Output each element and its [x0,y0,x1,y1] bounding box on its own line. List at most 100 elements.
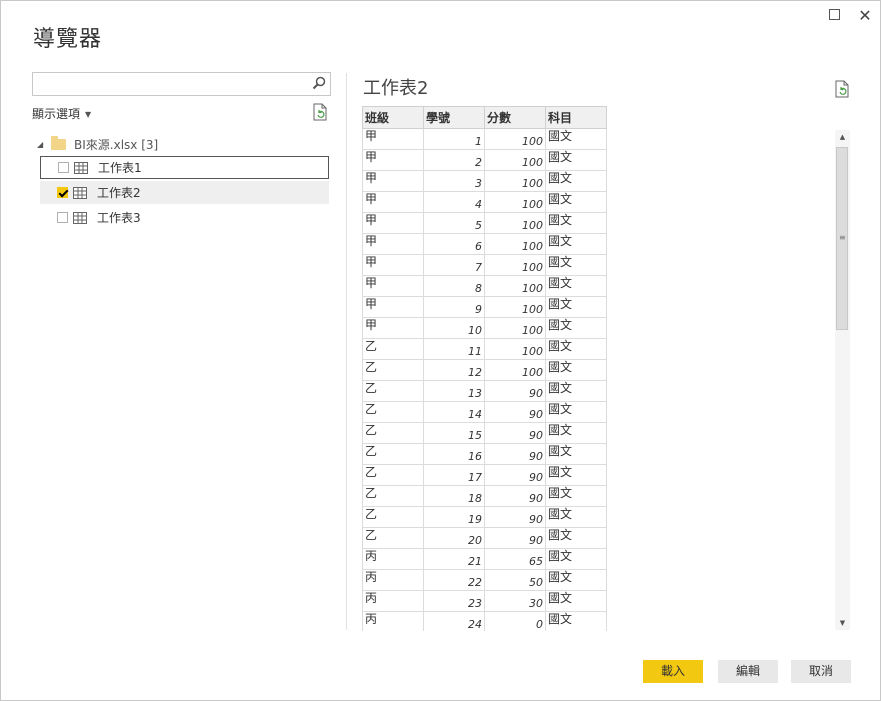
table-cell: 100 [484,275,546,297]
table-cell: 國文 [545,149,607,171]
expand-triangle-icon[interactable]: ◢ [37,140,47,149]
vertical-scrollbar[interactable]: ▲ ≡ ▼ [835,130,850,630]
table-cell: 90 [484,464,546,486]
scrollbar-thumb[interactable]: ≡ [836,147,848,330]
tree-item-sheet3[interactable]: 工作表3 [40,206,329,229]
table-cell: 乙 [362,338,424,360]
table-cell: 乙 [362,359,424,381]
table-cell: 90 [484,422,546,444]
refresh-icon[interactable] [312,103,328,121]
table-cell: 甲 [362,212,424,234]
table-cell: 丙 [362,611,424,631]
table-cell: 國文 [545,527,607,549]
scroll-up-icon[interactable]: ▲ [835,130,850,144]
table-cell: 12 [423,359,485,381]
sheet3-checkbox[interactable] [57,212,68,223]
table-cell: 國文 [545,191,607,213]
table-row: 甲 10 100 國文 [362,317,607,339]
table-cell: 乙 [362,527,424,549]
grip-icon: ≡ [839,233,846,242]
column-header: 班級 [362,106,424,129]
table-cell: 丙 [362,590,424,612]
sheet2-checkbox[interactable] [57,187,68,198]
table-row: 乙 12 100 國文 [362,359,607,381]
close-icon[interactable]: ✕ [857,8,873,24]
table-cell: 13 [423,380,485,402]
edit-button[interactable]: 編輯 [718,660,778,683]
table-cell: 國文 [545,359,607,381]
table-row: 乙 13 90 國文 [362,380,607,402]
chevron-down-icon: ▼ [85,110,92,119]
table-cell: 國文 [545,569,607,591]
table-cell: 17 [423,464,485,486]
table-cell: 90 [484,485,546,507]
cancel-button[interactable]: 取消 [791,660,851,683]
table-cell: 100 [484,254,546,276]
table-cell: 7 [423,254,485,276]
table-cell: 國文 [545,380,607,402]
refresh-preview-icon[interactable] [834,80,850,98]
table-cell: 乙 [362,401,424,423]
table-cell: 國文 [545,485,607,507]
load-button[interactable]: 載入 [643,660,703,683]
sheet1-checkbox[interactable] [58,162,69,173]
table-cell: 90 [484,506,546,528]
table-cell: 100 [484,317,546,339]
table-row: 乙 15 90 國文 [362,422,607,444]
table-cell: 18 [423,485,485,507]
search-icon[interactable] [311,75,327,91]
table-row: 甲 9 100 國文 [362,296,607,318]
table-cell: 國文 [545,548,607,570]
table-cell: 丙 [362,548,424,570]
table-cell: 21 [423,548,485,570]
tree-item-label: 工作表3 [97,211,141,225]
table-cell: 15 [423,422,485,444]
table-row: 丙 22 50 國文 [362,569,607,591]
tree-root-workbook[interactable]: ◢ BI來源.xlsx [3] [37,135,158,153]
preview-title: 工作表2 [363,78,429,99]
table-cell: 國文 [545,254,607,276]
table-cell: 100 [484,212,546,234]
preview-table: 班級 學號 分數 科目 甲 1 100 國文甲 2 100 國文甲 3 100 國文甲 4 100 國文… [362,106,607,631]
table-cell: 甲 [362,149,424,171]
table-cell: 2 [423,149,485,171]
tree-root-label: BI來源.xlsx [3] [74,137,159,152]
table-cell: 國文 [545,506,607,528]
table-row: 甲 3 100 國文 [362,170,607,192]
search-input[interactable] [37,74,301,94]
scroll-down-icon[interactable]: ▼ [835,616,850,630]
maximize-icon[interactable] [826,8,842,24]
table-row: 乙 16 90 國文 [362,443,607,465]
table-cell: 100 [484,191,546,213]
display-options-dropdown[interactable]: 顯示選項 ▼ [32,105,91,122]
table-header-row: 班級 學號 分數 科目 [362,106,607,129]
table-cell: 甲 [362,128,424,150]
table-cell: 65 [484,548,546,570]
table-cell: 10 [423,317,485,339]
table-cell: 8 [423,275,485,297]
table-cell: 丙 [362,569,424,591]
pane-divider[interactable] [346,73,347,630]
table-row: 乙 19 90 國文 [362,506,607,528]
tree-item-sheet1[interactable]: 工作表1 [40,156,329,179]
table-cell: 國文 [545,611,607,631]
search-box[interactable] [32,72,331,96]
table-cell: 9 [423,296,485,318]
table-cell: 甲 [362,254,424,276]
table-cell: 100 [484,128,546,150]
table-icon [73,211,87,224]
table-cell: 國文 [545,296,607,318]
column-header: 科目 [545,106,607,129]
table-cell: 甲 [362,296,424,318]
table-cell: 國文 [545,212,607,234]
tree-item-sheet2[interactable]: 工作表2 [40,181,329,204]
table-cell: 0 [484,611,546,631]
table-row: 乙 20 90 國文 [362,527,607,549]
table-row: 甲 8 100 國文 [362,275,607,297]
table-cell: 國文 [545,401,607,423]
table-cell: 國文 [545,464,607,486]
table-cell: 1 [423,128,485,150]
table-row: 甲 2 100 國文 [362,149,607,171]
table-cell: 19 [423,506,485,528]
table-cell: 6 [423,233,485,255]
